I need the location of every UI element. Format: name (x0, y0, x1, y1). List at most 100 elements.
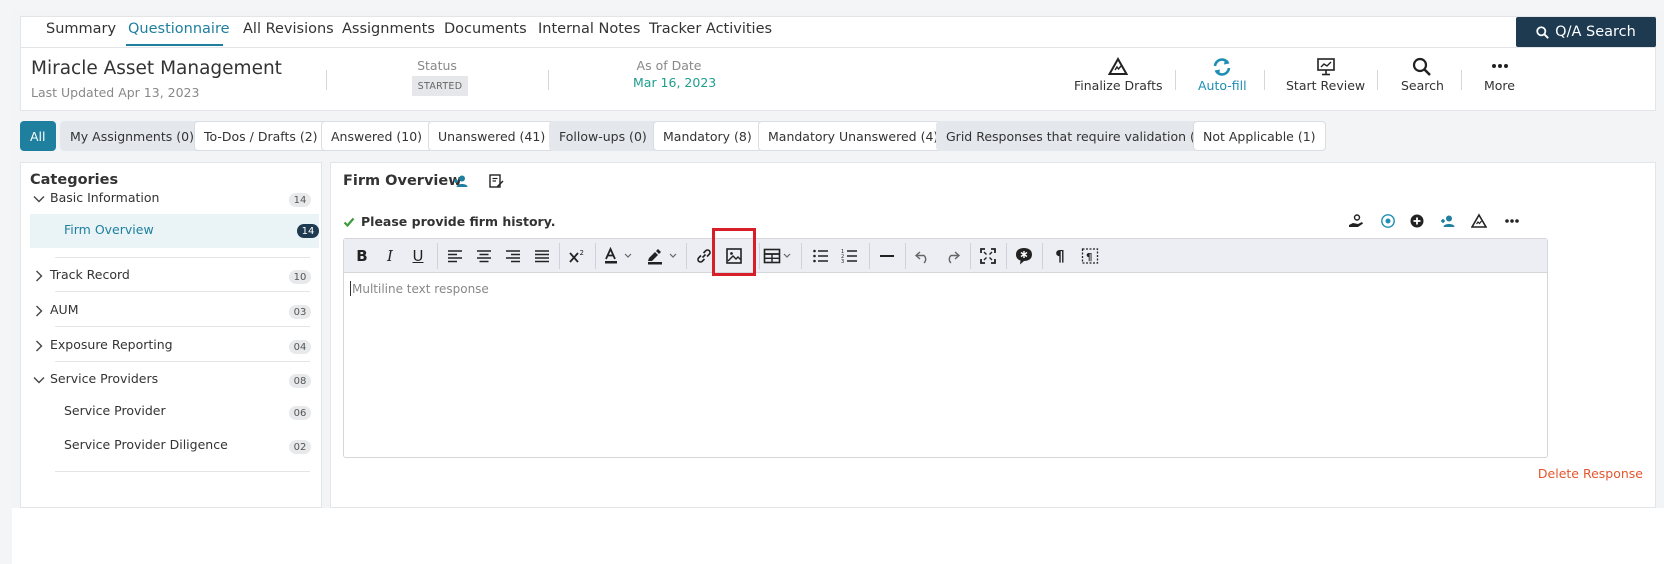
text-color-icon[interactable] (603, 246, 635, 266)
start-review-button[interactable]: Start Review (1286, 56, 1365, 93)
divider (1006, 243, 1007, 269)
target-circle-icon[interactable] (1380, 213, 1396, 229)
divider (55, 291, 310, 292)
check-icon (343, 217, 355, 227)
category-service-provider[interactable]: Service Provider 06 (21, 397, 321, 427)
active-tab-underline (126, 44, 223, 46)
align-right-icon[interactable] (503, 246, 523, 266)
filter-follow-ups[interactable]: Follow-ups (0) (549, 121, 657, 151)
redo-icon[interactable] (942, 246, 962, 266)
tab-assignments[interactable]: Assignments (342, 21, 435, 37)
numbered-list-icon[interactable]: 123 (840, 246, 860, 266)
divider (437, 243, 438, 269)
link-icon[interactable] (694, 246, 714, 266)
search-button[interactable]: Search (1401, 56, 1444, 93)
undo-icon[interactable] (913, 246, 933, 266)
add-circle-icon[interactable] (1409, 213, 1425, 229)
divider (905, 243, 906, 269)
svg-text:2: 2 (580, 249, 584, 257)
category-firm-overview[interactable]: Firm Overview 14 (30, 214, 319, 248)
delete-response-link[interactable]: Delete Response (1538, 466, 1643, 481)
horizontal-rule-icon[interactable] (877, 246, 897, 266)
category-label: Firm Overview (64, 222, 154, 237)
category-service-provider-diligence[interactable]: Service Provider Diligence 02 (21, 431, 321, 461)
hand-coin-icon[interactable] (1348, 213, 1364, 229)
questionnaire-header: Miracle Asset Management Last Updated Ap… (20, 48, 1656, 111)
count-badge: 04 (289, 340, 311, 354)
tab-all-revisions[interactable]: All Revisions (243, 21, 334, 37)
more-button[interactable]: More (1484, 56, 1515, 93)
category-exposure-reporting[interactable]: Exposure Reporting 04 (21, 331, 321, 361)
divider (1042, 243, 1043, 269)
category-basic-information[interactable]: Basic Information 14 (21, 184, 321, 214)
special-character-icon[interactable] (1014, 246, 1034, 266)
filter-mandatory-unanswered[interactable]: Mandatory Unanswered (4) (758, 121, 949, 151)
count-badge: 03 (289, 305, 311, 319)
chevron-down-icon (33, 377, 45, 384)
question-panel: Firm Overview Please provide firm histor… (330, 162, 1656, 508)
align-justify-icon[interactable] (532, 246, 552, 266)
search-label: Search (1401, 78, 1444, 93)
finalize-drafts-button[interactable]: Finalize Drafts (1074, 56, 1163, 93)
divider (326, 70, 327, 90)
table-icon[interactable] (763, 246, 795, 266)
category-label: Service Provider (64, 403, 166, 418)
count-badge: 06 (289, 406, 311, 420)
tab-questionnaire[interactable]: Questionnaire (128, 21, 230, 37)
filter-not-applicable[interactable]: Not Applicable (1) (1193, 121, 1326, 151)
superscript-icon[interactable]: 2 (567, 246, 587, 266)
chevron-down-icon (33, 196, 45, 203)
bold-icon[interactable]: B (352, 246, 372, 266)
warning-triangle-icon[interactable] (1471, 213, 1487, 229)
tab-documents[interactable]: Documents (444, 21, 527, 37)
highlight-color-icon[interactable] (646, 246, 680, 266)
category-track-record[interactable]: Track Record 10 (21, 261, 321, 291)
page-footer-area (12, 508, 1664, 564)
count-badge: 02 (289, 440, 311, 454)
divider (55, 257, 310, 258)
assign-user-icon[interactable] (453, 173, 469, 189)
category-label: Exposure Reporting (50, 337, 173, 352)
italic-icon[interactable]: I (380, 246, 400, 266)
filter-mandatory[interactable]: Mandatory (8) (653, 121, 762, 151)
rich-text-editor[interactable]: B I U 2 123 ¶ ¶ Multiline text response (343, 228, 1548, 458)
tab-summary[interactable]: Summary (46, 21, 116, 37)
bulleted-list-icon[interactable] (811, 246, 831, 266)
qa-search-label: Q/A Search (1555, 24, 1636, 40)
category-aum[interactable]: AUM 03 (21, 296, 321, 326)
ellipsis-icon[interactable] (1504, 213, 1520, 229)
assign-user-icon[interactable] (1440, 213, 1456, 229)
divider (869, 243, 870, 269)
divider (1461, 70, 1462, 90)
editor-toolbar: B I U 2 123 ¶ ¶ (344, 228, 1547, 276)
more-label: More (1484, 78, 1515, 93)
fullscreen-icon[interactable] (978, 246, 998, 266)
filter-my-assignments[interactable]: My Assignments (0) (60, 121, 204, 151)
filter-answered[interactable]: Answered (10) (321, 121, 433, 151)
category-label: Track Record (50, 267, 130, 282)
divider (801, 243, 802, 269)
auto-fill-button[interactable]: Auto-fill (1198, 56, 1247, 93)
filter-unanswered[interactable]: Unanswered (41) (428, 121, 556, 151)
filter-grid-responses[interactable]: Grid Responses that require validation (… (936, 121, 1218, 151)
edit-document-icon[interactable] (488, 173, 504, 189)
underline-icon[interactable]: U (408, 246, 428, 266)
tab-internal-notes[interactable]: Internal Notes (538, 21, 640, 37)
qa-search-button[interactable]: Q/A Search (1516, 17, 1656, 47)
auto-fill-label: Auto-fill (1198, 78, 1247, 93)
as-of-date-label: As of Date (636, 58, 702, 73)
filter-all[interactable]: All (20, 121, 56, 151)
align-left-icon[interactable] (445, 246, 465, 266)
align-center-icon[interactable] (474, 246, 494, 266)
divider (1264, 70, 1265, 90)
show-blocks-icon[interactable]: ¶ (1080, 246, 1100, 266)
section-title: Firm Overview (343, 173, 462, 189)
tab-tracker-activities[interactable]: Tracker Activities (649, 21, 772, 37)
category-service-providers[interactable]: Service Providers 08 (21, 365, 321, 395)
filter-todos-drafts[interactable]: To-Dos / Drafts (2) (194, 121, 328, 151)
divider (686, 243, 687, 269)
category-label: AUM (50, 302, 79, 317)
warning-triangle-icon (1108, 56, 1129, 75)
divider (970, 243, 971, 269)
paragraph-mark-icon[interactable]: ¶ (1050, 246, 1070, 266)
